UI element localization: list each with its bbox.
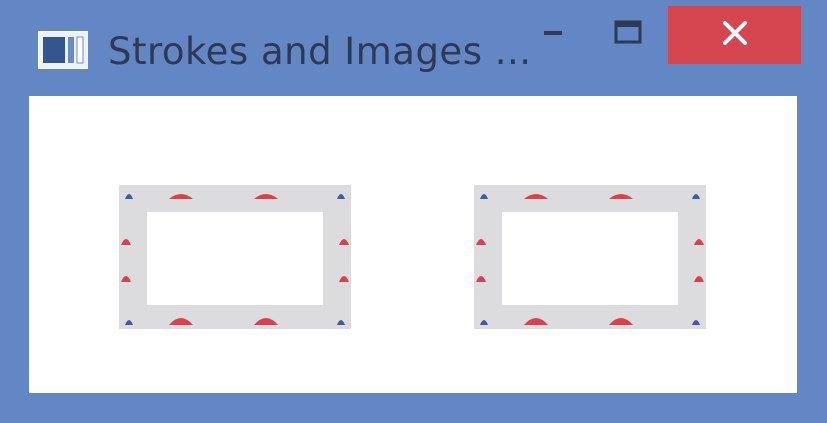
image-stroke-rectangle-1	[119, 185, 351, 329]
client-area	[29, 96, 797, 393]
minimize-icon	[543, 23, 563, 47]
image-stroke-rectangle-2	[474, 185, 706, 329]
maximize-icon	[614, 20, 642, 50]
close-icon	[722, 20, 748, 50]
minimize-button[interactable]	[516, 6, 590, 64]
window-title: Strokes and Images ...	[108, 30, 532, 73]
app-window: Strokes and Images ...	[0, 0, 827, 423]
title-bar[interactable]: Strokes and Images ...	[0, 0, 827, 94]
maximize-button[interactable]	[590, 6, 666, 64]
close-button[interactable]	[668, 6, 801, 64]
app-window-icon[interactable]	[37, 30, 89, 70]
